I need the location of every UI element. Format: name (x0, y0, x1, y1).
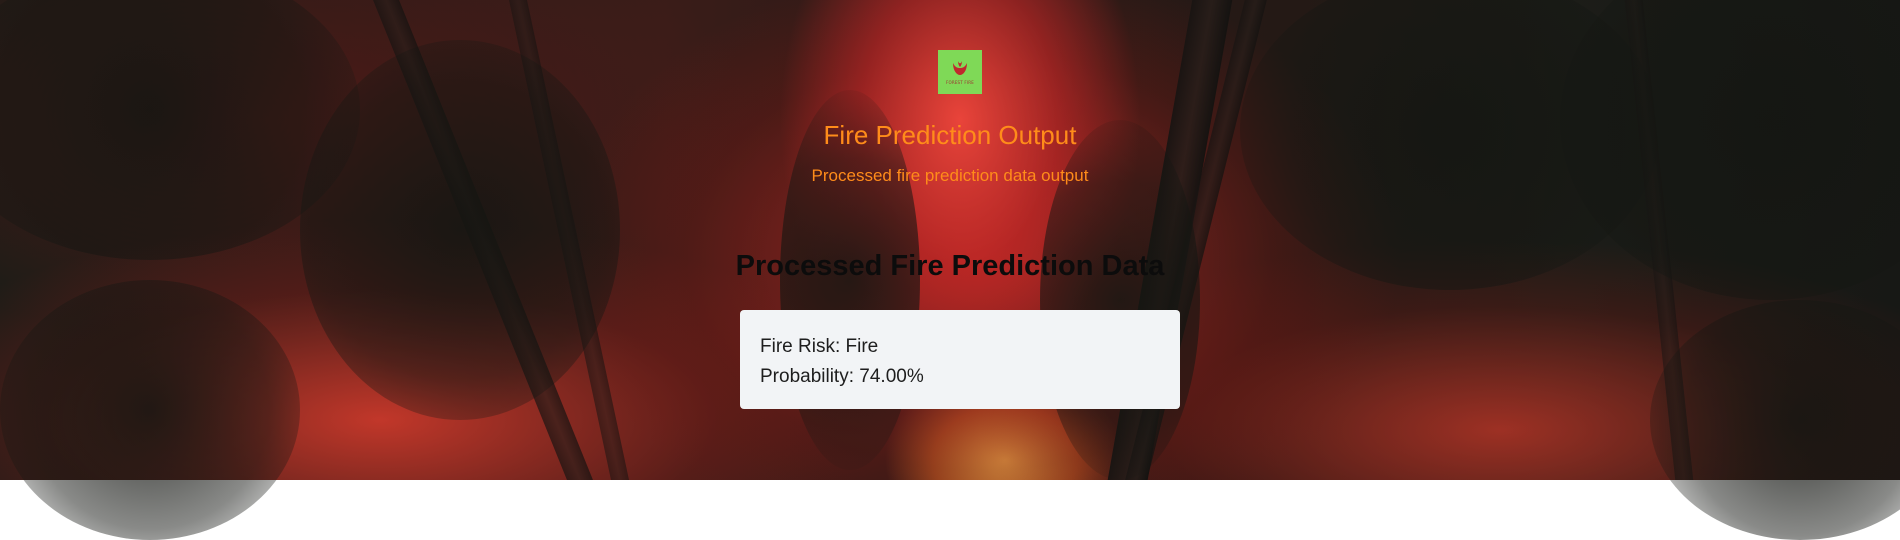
flame-icon (953, 61, 967, 75)
prediction-result-card: Fire Risk: Fire Probability: 74.00% (740, 310, 1180, 409)
probability-label: Probability: (760, 366, 854, 387)
page-content: FOREST FIRE Fire Prediction Output Proce… (0, 0, 1900, 480)
page-title: Fire Prediction Output (823, 120, 1077, 150)
forest-fire-logo: FOREST FIRE (938, 50, 982, 94)
probability-row: Probability: 74.00% (760, 362, 1160, 392)
probability-value: 74.00% (859, 366, 924, 387)
fire-risk-label: Fire Risk: (760, 336, 841, 357)
page-subtitle: Processed fire prediction data output (811, 166, 1089, 185)
fire-risk-value: Fire (845, 336, 879, 357)
fire-risk-row: Fire Risk: Fire (760, 332, 1160, 362)
section-heading: Processed Fire Prediction Data (735, 250, 1165, 282)
logo-text: FOREST FIRE (946, 80, 974, 85)
